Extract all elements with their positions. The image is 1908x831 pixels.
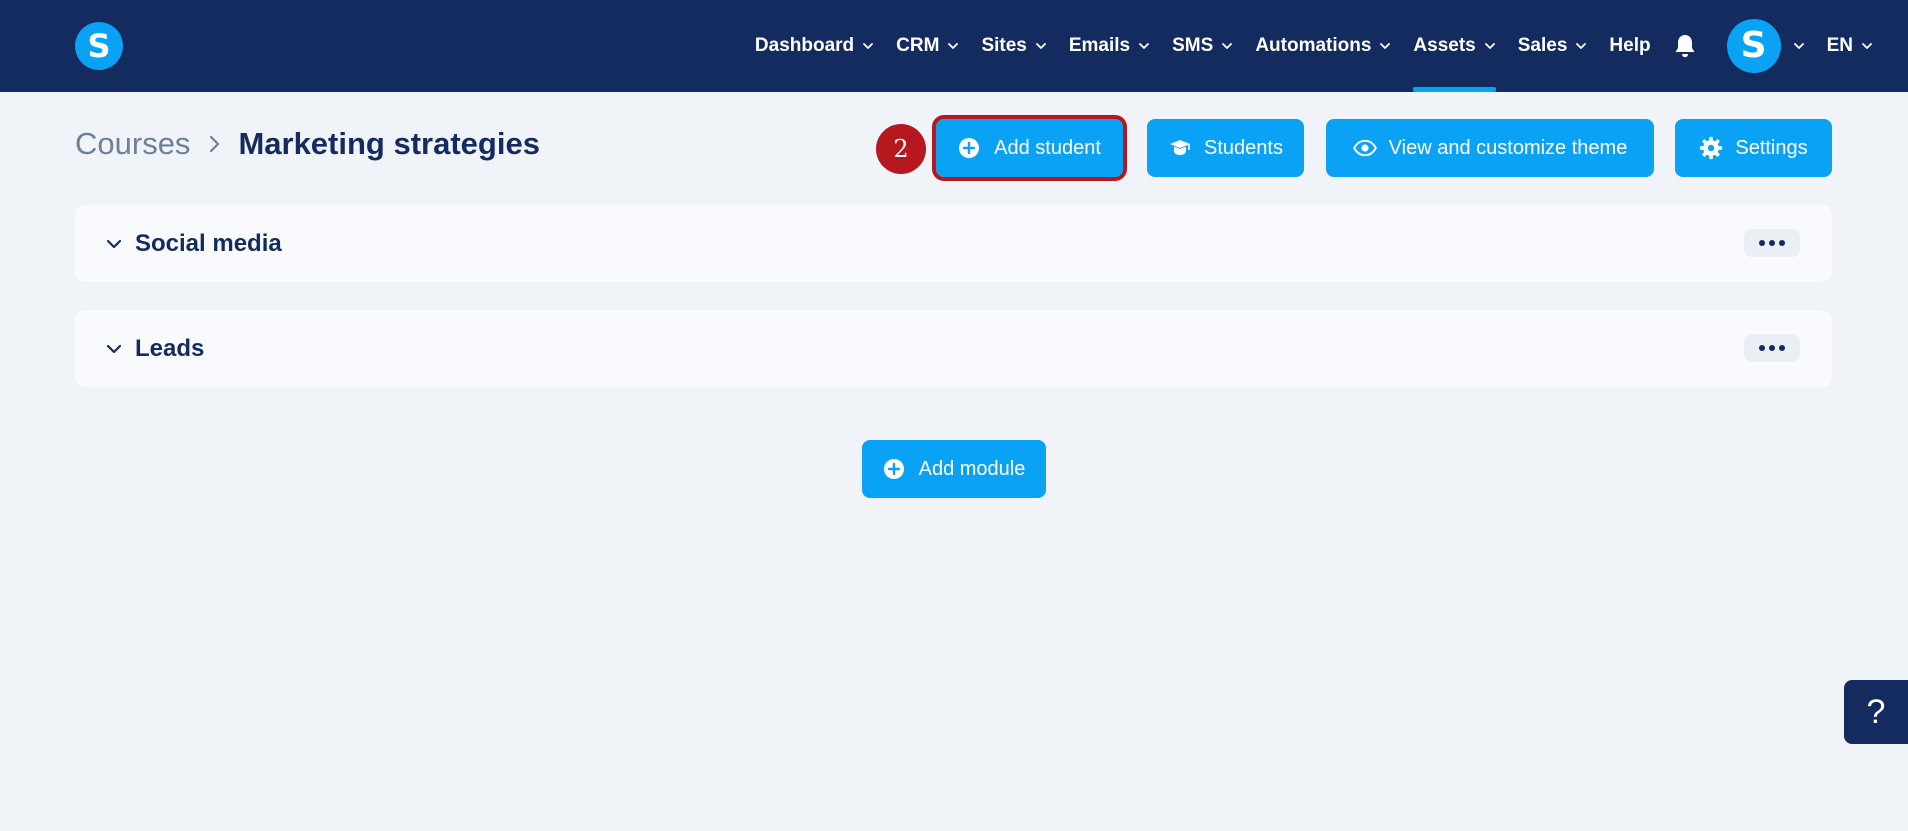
add-student-button[interactable]: Add student bbox=[932, 115, 1127, 181]
add-module-button[interactable]: Add module bbox=[862, 440, 1046, 498]
chevron-down-icon bbox=[1035, 43, 1046, 49]
settings-button[interactable]: Settings bbox=[1675, 119, 1832, 177]
nav-crm-label: CRM bbox=[896, 35, 940, 56]
dot-icon bbox=[1769, 240, 1775, 246]
dot-icon bbox=[1759, 345, 1765, 351]
nav-help-label: Help bbox=[1609, 35, 1651, 56]
top-navbar: S Dashboard CRM Sites Emails SMS Automat… bbox=[0, 0, 1908, 92]
nav-emails-label: Emails bbox=[1068, 35, 1131, 56]
nav-sales[interactable]: Sales bbox=[1518, 0, 1588, 92]
chevron-down-icon bbox=[1576, 43, 1587, 49]
nav-sms-label: SMS bbox=[1172, 35, 1214, 56]
nav-sms[interactable]: SMS bbox=[1172, 0, 1233, 92]
nav-crm[interactable]: CRM bbox=[896, 0, 959, 92]
nav-dashboard[interactable]: Dashboard bbox=[755, 0, 874, 92]
breadcrumb-courses-link[interactable]: Courses bbox=[75, 126, 190, 162]
more-options-button[interactable] bbox=[1744, 229, 1800, 257]
add-module-label: Add module bbox=[918, 457, 1026, 480]
module-card: Social media bbox=[75, 205, 1832, 282]
dot-icon bbox=[1779, 345, 1785, 351]
nav-sales-label: Sales bbox=[1517, 35, 1568, 56]
chevron-down-icon bbox=[1222, 43, 1233, 49]
nav-automations-label: Automations bbox=[1255, 35, 1372, 56]
more-options-button[interactable] bbox=[1744, 334, 1800, 362]
nav-help[interactable]: Help bbox=[1609, 0, 1650, 92]
settings-label: Settings bbox=[1735, 136, 1808, 159]
language-label: EN bbox=[1826, 35, 1853, 56]
students-button[interactable]: Students bbox=[1147, 119, 1304, 177]
nav-assets[interactable]: Assets bbox=[1413, 0, 1497, 92]
main-nav: Dashboard CRM Sites Emails SMS Automatio… bbox=[733, 0, 1908, 92]
bell-icon bbox=[1675, 35, 1695, 58]
students-label: Students bbox=[1204, 136, 1283, 159]
graduation-cap-icon bbox=[1168, 136, 1192, 160]
breadcrumb: Courses Marketing strategies bbox=[75, 126, 540, 162]
module-title[interactable]: Leads bbox=[135, 310, 204, 387]
language-selector[interactable]: EN bbox=[1827, 0, 1873, 92]
chevron-down-icon bbox=[863, 43, 874, 49]
gear-icon bbox=[1699, 136, 1723, 160]
nav-emails[interactable]: Emails bbox=[1069, 0, 1150, 92]
chevron-down-icon[interactable] bbox=[1793, 40, 1805, 52]
add-student-label: Add student bbox=[994, 136, 1101, 159]
nav-dashboard-label: Dashboard bbox=[754, 35, 855, 56]
module-card: Leads bbox=[75, 310, 1832, 387]
help-floating-button[interactable]: ? bbox=[1844, 680, 1908, 744]
chevron-down-icon bbox=[1380, 43, 1391, 49]
nav-sites-label: Sites bbox=[981, 35, 1027, 56]
chevron-down-icon bbox=[1484, 43, 1495, 49]
module-title[interactable]: Social media bbox=[135, 205, 282, 282]
chevron-down-icon[interactable] bbox=[105, 340, 123, 358]
eye-icon bbox=[1352, 136, 1377, 160]
chevron-down-icon[interactable] bbox=[105, 235, 123, 253]
nav-sites[interactable]: Sites bbox=[981, 0, 1046, 92]
dot-icon bbox=[1779, 240, 1785, 246]
brand-logo[interactable]: S bbox=[75, 22, 123, 70]
chevron-right-icon bbox=[210, 135, 220, 153]
nav-assets-label: Assets bbox=[1413, 35, 1476, 56]
dot-icon bbox=[1759, 240, 1765, 246]
plus-circle-icon bbox=[958, 136, 982, 160]
nav-automations[interactable]: Automations bbox=[1255, 0, 1391, 92]
view-customize-theme-label: View and customize theme bbox=[1388, 136, 1628, 159]
chevron-down-icon bbox=[1862, 43, 1872, 49]
chevron-down-icon bbox=[948, 43, 959, 49]
page-title: Marketing strategies bbox=[238, 126, 540, 161]
chevron-down-icon bbox=[1139, 43, 1150, 49]
notifications-button[interactable] bbox=[1673, 33, 1699, 59]
plus-circle-icon bbox=[883, 457, 907, 481]
user-avatar[interactable]: S bbox=[1726, 19, 1781, 73]
dot-icon bbox=[1769, 345, 1775, 351]
view-customize-theme-button[interactable]: View and customize theme bbox=[1326, 119, 1654, 177]
step-number-badge: 2 bbox=[876, 124, 926, 174]
